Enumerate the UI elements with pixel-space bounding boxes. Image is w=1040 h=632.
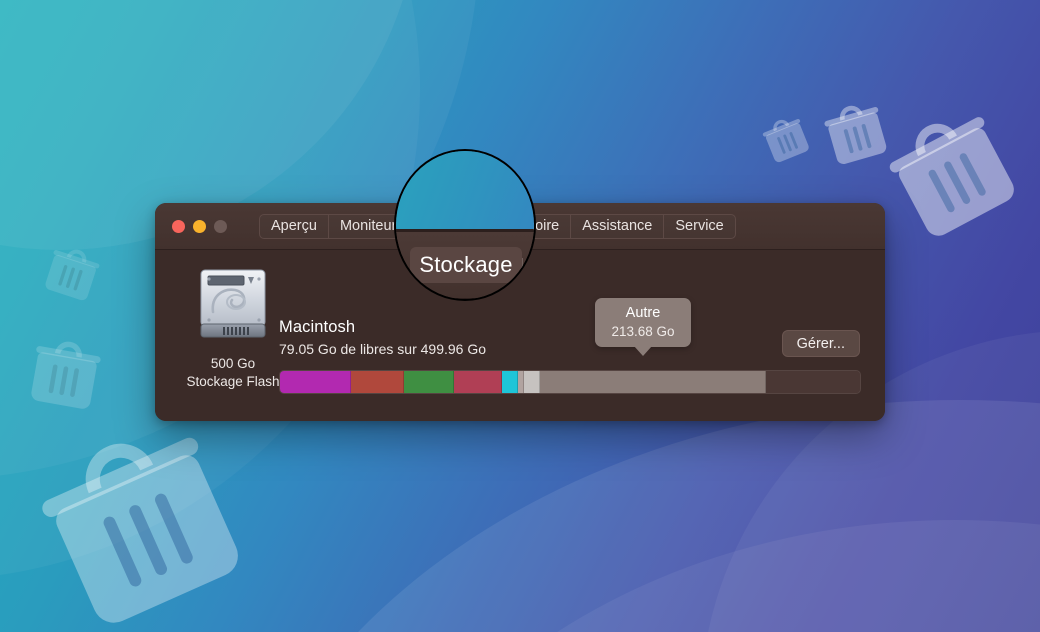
tab-service[interactable]: Service bbox=[664, 215, 734, 238]
storage-segment-documents[interactable] bbox=[351, 371, 404, 393]
background-blob bbox=[330, 520, 1040, 632]
trash-can-icon bbox=[27, 409, 256, 632]
tab-apercu[interactable]: Aperçu bbox=[260, 215, 329, 238]
disk-capacity: 500 Go bbox=[178, 355, 288, 373]
disk-icon-group: 500 Go Stockage Flash bbox=[178, 266, 288, 391]
disk-type: Stockage Flash bbox=[178, 373, 288, 391]
storage-segment-other[interactable] bbox=[540, 371, 766, 393]
storage-segment-mail[interactable] bbox=[454, 371, 502, 393]
tab-label: Assistance bbox=[582, 219, 652, 234]
volume-name: Macintosh bbox=[279, 318, 486, 337]
trash-can-icon bbox=[760, 112, 813, 166]
magnified-tab-stockage[interactable]: Stockage bbox=[410, 247, 522, 283]
free-space-text: 79.05 Go de libres sur 499.96 Go bbox=[279, 341, 486, 357]
storage-usage-bar bbox=[279, 370, 861, 394]
trash-can-icon bbox=[27, 335, 104, 413]
storage-segment-photos[interactable] bbox=[404, 371, 454, 393]
zoom-button[interactable] bbox=[214, 220, 227, 233]
traffic-light-group bbox=[172, 220, 227, 233]
tab-label: Aperçu bbox=[271, 219, 317, 234]
tab-assistance[interactable]: Assistance bbox=[571, 215, 664, 238]
magnified-left-glyph: e bbox=[394, 255, 405, 278]
background-blob bbox=[210, 400, 1040, 632]
close-button[interactable] bbox=[172, 220, 185, 233]
manage-button[interactable]: Gérer... bbox=[782, 330, 860, 357]
tab-label: Service bbox=[675, 219, 723, 234]
storage-segment-free[interactable] bbox=[766, 371, 860, 393]
desktop-wallpaper: Aperçu Moniteur Stockage Mémoire Assista… bbox=[0, 0, 1040, 632]
hard-disk-icon bbox=[193, 266, 273, 342]
disk-caption: 500 Go Stockage Flash bbox=[178, 355, 288, 391]
storage-segment-itunes[interactable] bbox=[502, 371, 519, 393]
volume-info: Macintosh 79.05 Go de libres sur 499.96 … bbox=[279, 318, 486, 357]
manage-button-label: Gérer... bbox=[797, 336, 845, 352]
storage-segment-apps[interactable] bbox=[280, 371, 351, 393]
storage-segment-system[interactable] bbox=[524, 371, 540, 393]
storage-tooltip: Autre 213.68 Go bbox=[595, 298, 691, 347]
magnifier-lens: e Mé Stockage es sur 499.96 Go bbox=[394, 149, 536, 301]
tab-label: Moniteur bbox=[340, 219, 396, 234]
trash-can-icon bbox=[821, 97, 891, 168]
trash-can-icon bbox=[878, 99, 1025, 247]
minimize-button[interactable] bbox=[193, 220, 206, 233]
tooltip-value: 213.68 Go bbox=[599, 324, 687, 339]
trash-can-icon bbox=[41, 242, 102, 304]
tooltip-title: Autre bbox=[599, 305, 687, 321]
magnified-tab-label: Stockage bbox=[419, 252, 512, 278]
magnified-wallpaper bbox=[396, 151, 536, 229]
